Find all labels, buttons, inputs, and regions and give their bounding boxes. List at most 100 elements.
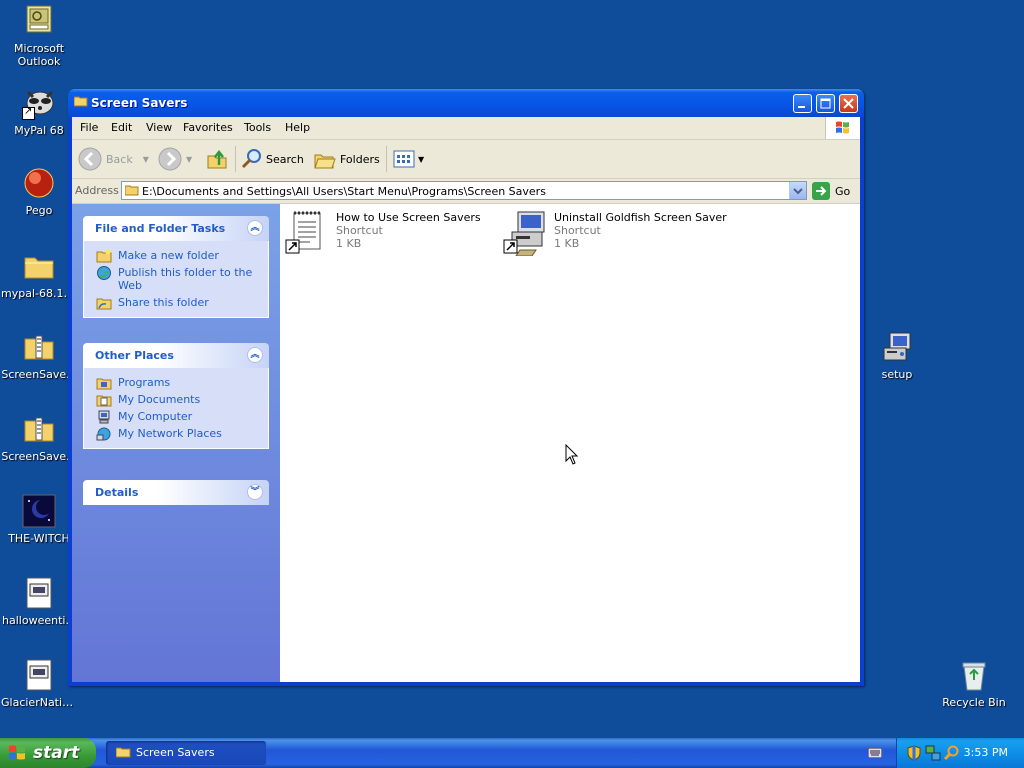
maximize-button[interactable] bbox=[816, 94, 835, 113]
file-item[interactable]: Uninstall Goldfish Screen Saver Shortcut… bbox=[502, 210, 727, 260]
menu-file[interactable]: File bbox=[80, 121, 98, 134]
desktop-icon-label: halloweenti... bbox=[2, 614, 76, 627]
desktop-icon-mypal-folder[interactable]: mypal-68.13... bbox=[1, 249, 77, 300]
folder-icon bbox=[115, 747, 131, 758]
desktop-icon-label: setup bbox=[881, 368, 913, 381]
desktop-icon-pego[interactable]: Pego bbox=[1, 166, 77, 217]
panel-body: Make a new folder Publish this folder to… bbox=[83, 241, 269, 318]
forward-button[interactable]: ▼ bbox=[158, 146, 192, 172]
window-client: File Edit View Favorites Tools Help Back… bbox=[72, 117, 860, 682]
pego-icon bbox=[22, 166, 56, 200]
views-button[interactable]: ▼ bbox=[392, 146, 424, 172]
notepad-shortcut-icon bbox=[284, 210, 330, 256]
task-pane: File and Folder Tasks ︽ Make a new folde… bbox=[72, 204, 280, 682]
views-dropdown-icon: ▼ bbox=[418, 154, 425, 164]
desktop-icon-mypal[interactable]: MyPal 68 bbox=[1, 86, 77, 137]
search-button[interactable]: Search bbox=[240, 146, 304, 172]
place-my-documents[interactable]: My Documents bbox=[84, 391, 268, 408]
task-make-new-folder[interactable]: Make a new folder bbox=[84, 247, 268, 264]
task-publish-to-web[interactable]: Publish this folder to the Web bbox=[84, 264, 268, 294]
desktop-icon-setup[interactable]: setup bbox=[859, 330, 935, 381]
desktop-icon-label: MyPal 68 bbox=[14, 124, 64, 137]
desktop-icon-outlook[interactable]: Microsoft Outlook bbox=[1, 4, 77, 68]
menu-edit[interactable]: Edit bbox=[111, 121, 132, 134]
collapse-chevron-icon[interactable]: ︽ bbox=[247, 347, 263, 363]
back-dropdown-icon[interactable]: ▼ bbox=[143, 155, 149, 164]
desktop-icon-recycle-bin[interactable]: Recycle Bin bbox=[936, 658, 1012, 709]
network-places-icon bbox=[96, 427, 111, 441]
panel-header[interactable]: File and Folder Tasks ︽ bbox=[83, 216, 269, 241]
address-value: E:\Documents and Settings\All Users\Star… bbox=[142, 185, 546, 198]
programs-folder-icon bbox=[96, 378, 112, 390]
desktop-icon-label: GlacierNatio... bbox=[1, 696, 77, 709]
address-input[interactable]: E:\Documents and Settings\All Users\Star… bbox=[121, 181, 807, 200]
maximize-icon bbox=[820, 98, 831, 109]
other-places-panel: Other Places ︽ Programs My Documents My … bbox=[83, 343, 269, 449]
place-my-computer[interactable]: My Computer bbox=[84, 408, 268, 425]
collapse-chevron-icon[interactable]: ︽ bbox=[247, 220, 263, 236]
panel-header[interactable]: Details ︾ bbox=[83, 480, 269, 505]
go-label: Go bbox=[835, 184, 851, 198]
security-shield-icon[interactable] bbox=[907, 745, 921, 764]
menu-favorites[interactable]: Favorites bbox=[183, 121, 233, 134]
desktop-icon-screensaver-zip-1[interactable]: ScreenSave... bbox=[1, 330, 77, 381]
menu-bar: File Edit View Favorites Tools Help bbox=[72, 117, 860, 140]
toolbar: Back ▼ ▼ Search Folders ▼ bbox=[72, 140, 860, 179]
file-name: Uninstall Goldfish Screen Saver bbox=[554, 211, 727, 224]
folders-label: Folders bbox=[340, 152, 380, 166]
desktop-icon-the-witch[interactable]: THE-WITCH bbox=[1, 494, 77, 545]
panel-body: Programs My Documents My Computer My Net… bbox=[83, 368, 269, 449]
views-icon bbox=[393, 150, 415, 168]
shortcut-arrow-icon bbox=[22, 105, 35, 120]
desktop-icon-label: ScreenSave... bbox=[1, 450, 77, 463]
zip-folder-icon bbox=[22, 330, 56, 364]
go-arrow-icon bbox=[812, 182, 830, 200]
desktop-icon-halloween[interactable]: halloweenti... bbox=[1, 576, 77, 627]
place-my-network-places[interactable]: My Network Places bbox=[84, 425, 268, 442]
task-share-folder[interactable]: Share this folder bbox=[84, 294, 268, 311]
desktop-icon-screensaver-zip-2[interactable]: ScreenSave... bbox=[1, 412, 77, 463]
new-folder-icon bbox=[96, 249, 112, 263]
network-icon[interactable] bbox=[925, 745, 941, 764]
desktop-icon-label: mypal-68.13... bbox=[1, 287, 77, 300]
file-name: How to Use Screen Savers bbox=[336, 211, 481, 224]
zip-folder-icon bbox=[22, 412, 56, 446]
menu-help[interactable]: Help bbox=[285, 121, 310, 134]
expand-chevron-icon[interactable]: ︾ bbox=[247, 484, 263, 500]
go-button[interactable]: Go bbox=[812, 181, 850, 201]
language-bar-keyboard-icon[interactable] bbox=[867, 747, 883, 759]
task-label: Make a new folder bbox=[118, 249, 219, 262]
taskbar-item-screen-savers[interactable]: Screen Savers bbox=[106, 741, 266, 765]
screensaver-file-icon bbox=[22, 658, 56, 692]
taskbar: start Screen Savers 3:53 PM bbox=[0, 738, 1024, 768]
setup-installer-icon bbox=[880, 330, 914, 364]
clock[interactable]: 3:53 PM bbox=[964, 746, 1008, 759]
window-titlebar[interactable]: Screen Savers bbox=[68, 89, 864, 117]
search-tray-icon[interactable] bbox=[943, 745, 960, 764]
panel-title: File and Folder Tasks bbox=[95, 222, 226, 235]
system-tray: 3:53 PM bbox=[896, 738, 1024, 768]
close-button[interactable] bbox=[839, 94, 858, 113]
window-title: Screen Savers bbox=[91, 96, 188, 110]
menu-tools[interactable]: Tools bbox=[244, 121, 271, 134]
folders-button[interactable]: Folders bbox=[313, 146, 380, 172]
place-programs[interactable]: Programs bbox=[84, 374, 268, 391]
globe-icon bbox=[97, 266, 111, 280]
file-size: 1 KB bbox=[554, 237, 580, 250]
forward-arrow-icon bbox=[158, 147, 182, 171]
my-documents-icon bbox=[96, 395, 112, 407]
address-dropdown-button[interactable] bbox=[789, 182, 806, 199]
start-button[interactable]: start bbox=[0, 738, 96, 768]
menu-view[interactable]: View bbox=[146, 121, 172, 134]
panel-header[interactable]: Other Places ︽ bbox=[83, 343, 269, 368]
back-label: Back bbox=[106, 152, 133, 166]
windows-logo-icon bbox=[825, 117, 860, 139]
file-item[interactable]: How to Use Screen Savers Shortcut 1 KB bbox=[284, 210, 494, 260]
back-button[interactable]: Back ▼ bbox=[78, 146, 149, 172]
minimize-button[interactable] bbox=[793, 94, 812, 113]
close-icon bbox=[843, 98, 854, 109]
desktop-icon-label: Recycle Bin bbox=[942, 696, 1006, 709]
desktop-icon-glacier[interactable]: GlacierNatio... bbox=[1, 658, 77, 709]
forward-dropdown-icon[interactable]: ▼ bbox=[186, 155, 192, 164]
up-folder-button[interactable] bbox=[205, 146, 229, 172]
